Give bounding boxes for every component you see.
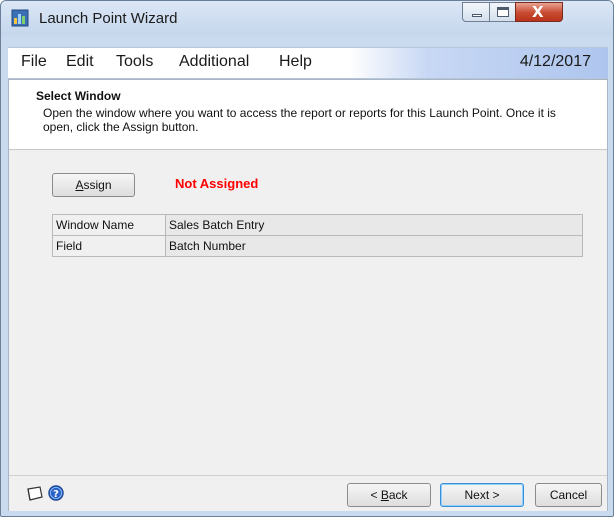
- field-value: Batch Number: [165, 235, 583, 257]
- window-name-value: Sales Batch Entry: [165, 214, 583, 236]
- user-date-area: 4/12/2017: [349, 48, 608, 78]
- close-button[interactable]: X: [515, 2, 563, 22]
- back-button-mnemonic: B: [380, 488, 389, 502]
- close-icon: X: [532, 3, 544, 21]
- minimize-icon: [472, 14, 482, 17]
- title-bar[interactable]: Launch Point Wizard X: [1, 1, 613, 35]
- help-icon[interactable]: ?: [48, 485, 64, 501]
- table-row: Window Name Sales Batch Entry: [52, 214, 583, 236]
- menu-additional[interactable]: Additional: [179, 53, 249, 71]
- assign-button[interactable]: Assign: [52, 173, 135, 197]
- assign-button-mnemonic: A: [75, 178, 84, 192]
- svg-text:?: ?: [53, 489, 59, 500]
- step-header: Select Window Open the window where you …: [9, 80, 607, 150]
- minimize-button[interactable]: [462, 2, 490, 22]
- launch-point-app-icon: [11, 9, 29, 27]
- cancel-button[interactable]: Cancel: [535, 483, 602, 507]
- maximize-icon: [497, 7, 509, 17]
- assign-button-label: ssign: [83, 178, 112, 192]
- note-icon[interactable]: [26, 486, 43, 501]
- next-button[interactable]: Next >: [440, 483, 524, 507]
- launch-point-wizard-window: Launch Point Wizard X » File Edit Tools …: [0, 0, 614, 517]
- menu-file[interactable]: File: [21, 53, 47, 71]
- wizard-footer: ? < Back Next > Cancel: [9, 475, 607, 511]
- maximize-button[interactable]: [489, 2, 516, 22]
- menu-edit[interactable]: Edit: [66, 53, 94, 71]
- back-button-prefix: <: [370, 488, 381, 502]
- window-title: Launch Point Wizard: [39, 10, 178, 27]
- field-label: Field: [52, 235, 166, 257]
- window-details-table: Window Name Sales Batch Entry Field Batc…: [52, 214, 583, 257]
- window-name-label: Window Name: [52, 214, 166, 236]
- wizard-content: Select Window Open the window where you …: [8, 79, 608, 511]
- assignment-status: Not Assigned: [175, 176, 259, 191]
- menu-tools[interactable]: Tools: [116, 53, 153, 71]
- step-description: Open the window where you want to access…: [43, 106, 556, 134]
- menu-help[interactable]: Help: [279, 53, 312, 71]
- table-row: Field Batch Number: [52, 235, 583, 257]
- back-button-label: ack: [388, 488, 408, 502]
- step-body: Assign Not Assigned Window Name Sales Ba…: [9, 150, 607, 475]
- step-title: Select Window: [36, 89, 121, 103]
- user-date[interactable]: 4/12/2017: [520, 53, 591, 71]
- menu-bar: File Edit Tools Additional Help 4/12/201…: [8, 47, 608, 79]
- back-button[interactable]: < Back: [347, 483, 431, 507]
